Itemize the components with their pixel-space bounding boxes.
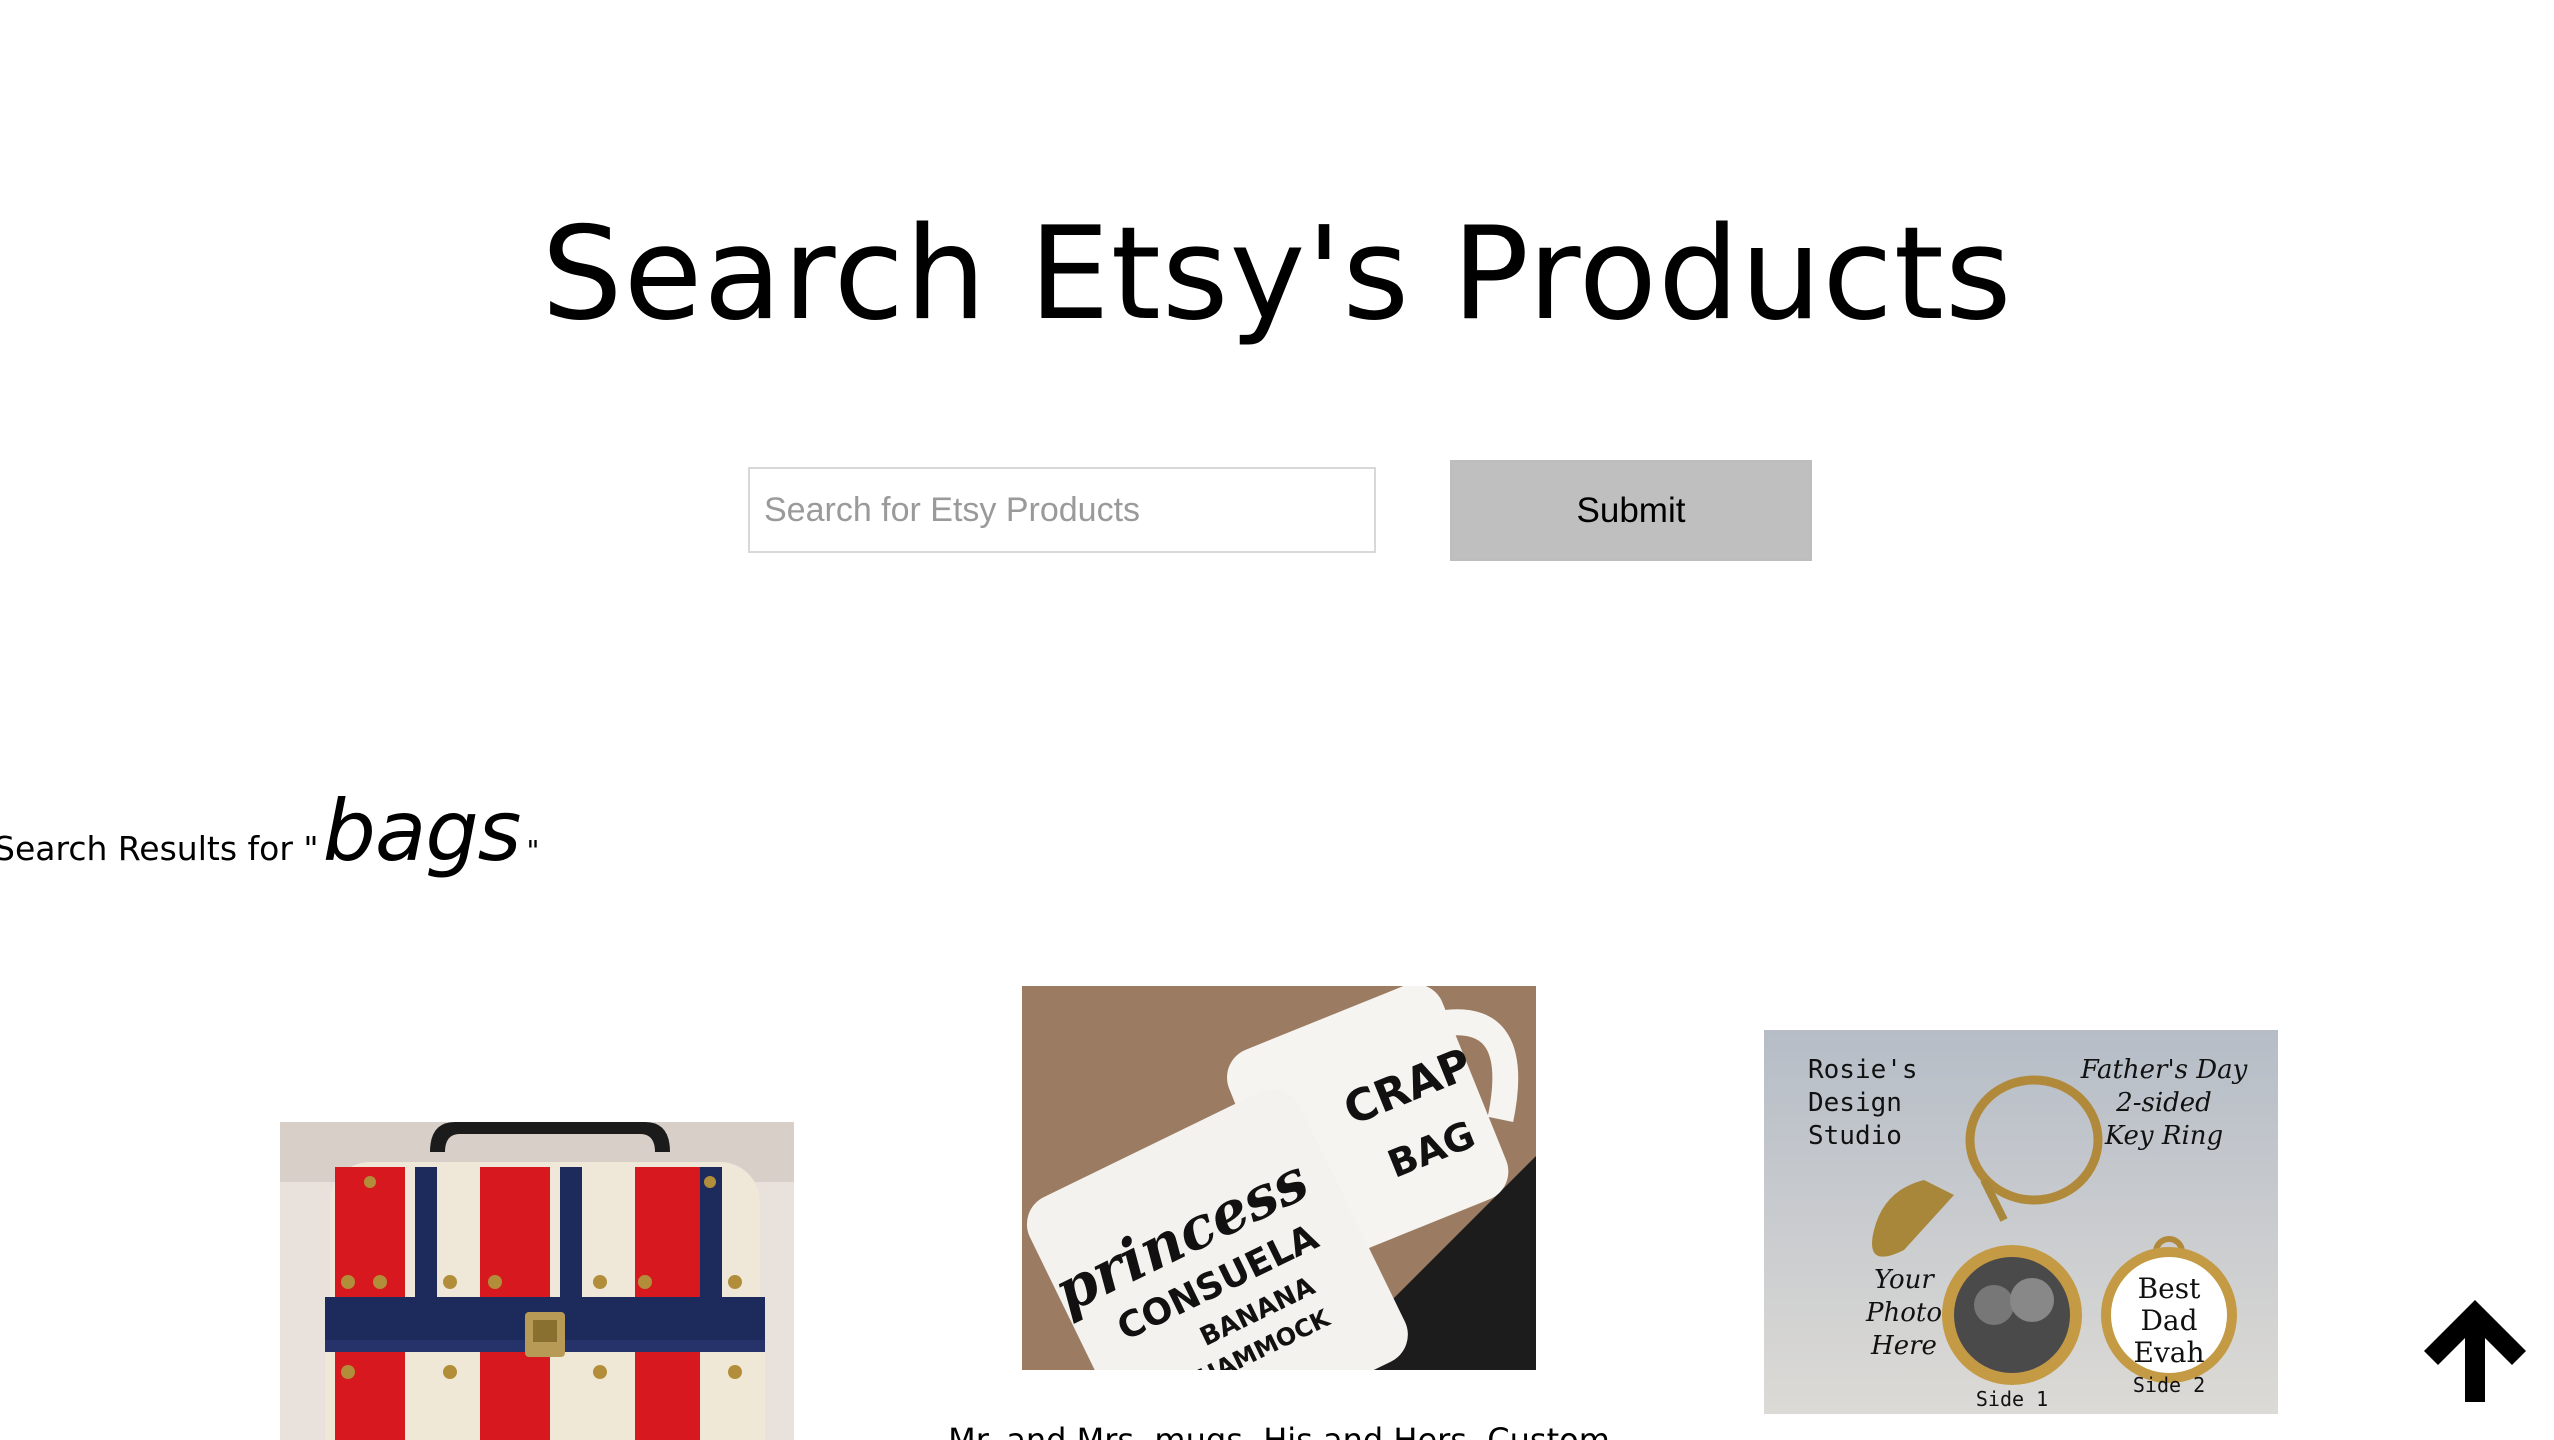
svg-text:Side 2: Side 2 [2133,1373,2205,1397]
svg-text:Best: Best [2138,1272,2202,1305]
svg-text:Photo: Photo [1865,1298,1942,1328]
page: Search Etsy's Products Submit Search Res… [0,0,2554,1440]
product-image[interactable]: CRAP BAG princess CONSUELA BANANA HAMMOC… [1022,986,1536,1370]
svg-text:Side 1: Side 1 [1976,1387,2048,1411]
svg-text:Father's Day: Father's Day [2080,1055,2248,1085]
product-image[interactable]: Rosie's Design Studio Father's Day 2-sid… [1764,1030,2278,1414]
product-title[interactable]: Mr. and Mrs. mugs, His and Hers, Custom [929,1421,1629,1440]
svg-text:2-sided: 2-sided [2115,1088,2212,1118]
arrow-up-icon[interactable] [2420,1296,2530,1406]
product-image[interactable] [280,1122,794,1440]
results-heading: Search Results for " bags " [0,782,539,902]
results-query: bags [322,782,522,880]
svg-text:Your: Your [1874,1265,1935,1295]
svg-text:Key Ring: Key Ring [2104,1121,2223,1151]
results-prefix: Search Results for " [0,829,319,868]
svg-text:Rosie's: Rosie's [1808,1055,1918,1085]
results-suffix: " [526,834,540,867]
svg-text:Dad: Dad [2140,1304,2197,1337]
product-card[interactable]: Rosie's Design Studio Father's Day 2-sid… [1764,1030,2278,1414]
svg-text:Studio: Studio [1808,1121,1902,1151]
product-card[interactable]: CRAP BAG princess CONSUELA BANANA HAMMOC… [948,986,1610,1440]
page-title: Search Etsy's Products [541,200,2013,349]
search-input[interactable] [748,467,1376,553]
submit-button[interactable]: Submit [1450,460,1812,561]
svg-text:Here: Here [1870,1331,1937,1361]
svg-text:Evah: Evah [2134,1336,2205,1369]
product-card[interactable] [280,1122,794,1440]
svg-text:Design: Design [1808,1088,1902,1118]
